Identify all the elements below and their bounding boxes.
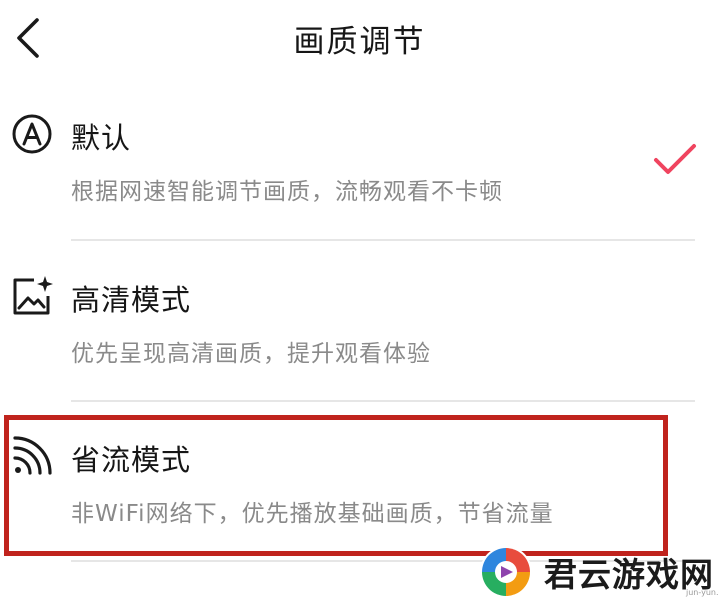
circle-a-icon (10, 112, 54, 156)
option-description: 根据网速智能调节画质，流畅观看不卡顿 (71, 179, 503, 205)
divider (71, 400, 695, 402)
header-bar: 画质调节 (0, 0, 719, 80)
watermark-logo-icon (480, 546, 532, 598)
check-icon (654, 144, 696, 174)
watermark: 君云游戏网 jun-yun.c (472, 542, 719, 602)
option-data-saver-mode[interactable]: 省流模式 非WiFi网络下，优先播放基础画质，节省流量 (0, 422, 719, 552)
signal-waves-icon (10, 434, 54, 478)
hd-image-sparkle-icon (10, 274, 54, 318)
option-description: 优先呈现高清画质，提升观看体验 (71, 341, 431, 367)
page-title: 画质调节 (293, 24, 426, 60)
option-description: 非WiFi网络下，优先播放基础画质，节省流量 (71, 501, 554, 527)
option-title: 默认 (71, 121, 132, 155)
option-default[interactable]: 默认 根据网速智能调节画质，流畅观看不卡顿 (0, 100, 719, 230)
option-hd-mode[interactable]: 高清模式 优先呈现高清画质，提升观看体验 (0, 262, 719, 392)
watermark-domain: jun-yun.c (686, 588, 719, 597)
divider (71, 239, 695, 241)
option-title: 省流模式 (71, 443, 192, 477)
option-title: 高清模式 (71, 283, 192, 317)
